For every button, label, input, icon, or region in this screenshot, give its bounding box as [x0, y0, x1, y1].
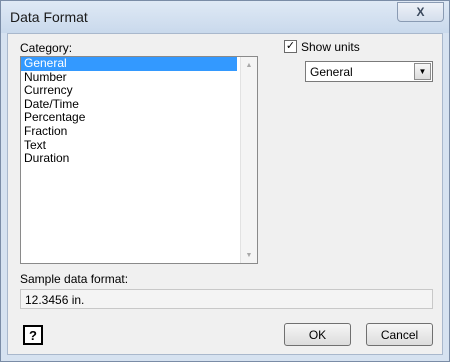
close-icon: X — [416, 5, 425, 19]
scroll-up-icon[interactable]: ▲ — [241, 57, 257, 73]
category-item-datetime[interactable]: Date/Time — [21, 97, 237, 112]
category-item-number[interactable]: Number — [21, 70, 237, 85]
title-bar[interactable]: Data Format X — [1, 1, 449, 33]
units-select-value: General — [310, 65, 353, 79]
units-select[interactable]: General ▼ — [305, 61, 433, 82]
data-format-dialog: Data Format X Category: General Number C… — [0, 0, 450, 362]
chevron-down-icon[interactable]: ▼ — [414, 63, 431, 80]
category-item-currency[interactable]: Currency — [21, 84, 237, 98]
sample-label: Sample data format: — [20, 272, 129, 286]
help-button[interactable]: ? — [23, 325, 43, 345]
category-scrollbar[interactable]: ▲ ▼ — [240, 57, 257, 263]
sample-field: 12.3456 in. — [20, 289, 433, 309]
category-item-duration[interactable]: Duration — [21, 152, 237, 166]
ok-button[interactable]: OK — [284, 323, 351, 346]
checkmark-icon: ✓ — [285, 40, 296, 52]
show-units-checkbox[interactable]: ✓ — [284, 40, 297, 53]
dialog-body: Category: General Number Currency Date/T… — [7, 33, 443, 355]
cancel-label: Cancel — [380, 327, 419, 342]
scroll-down-icon[interactable]: ▼ — [241, 247, 257, 263]
close-button[interactable]: X — [397, 2, 444, 22]
category-item-general[interactable]: General — [21, 56, 237, 71]
category-item-fraction[interactable]: Fraction — [21, 124, 237, 139]
window-title: Data Format — [10, 9, 88, 25]
ok-label: OK — [308, 327, 327, 342]
cancel-button[interactable]: Cancel — [366, 323, 433, 346]
help-icon: ? — [29, 327, 37, 343]
sample-value: 12.3456 in. — [25, 293, 85, 307]
category-label: Category: — [20, 41, 73, 55]
show-units-label[interactable]: Show units — [301, 40, 360, 54]
category-item-text[interactable]: Text — [21, 138, 237, 153]
category-listbox[interactable]: General Number Currency Date/Time Percen… — [20, 56, 258, 264]
category-item-percentage[interactable]: Percentage — [21, 111, 237, 125]
